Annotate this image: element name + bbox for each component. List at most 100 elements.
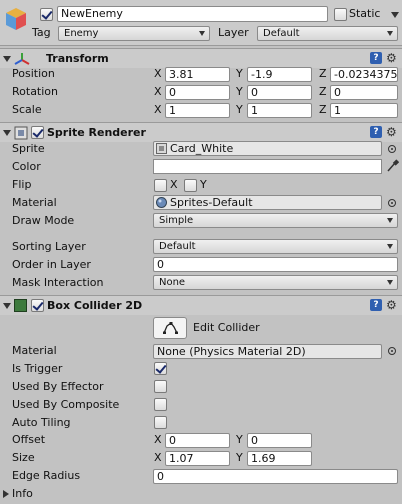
rotation-z-field[interactable]: 0 xyxy=(330,85,398,100)
sprite-renderer-header[interactable]: Sprite Renderer ? ⚙ xyxy=(0,122,402,142)
box-collider-icon xyxy=(14,299,27,312)
material-value: Sprites-Default xyxy=(170,196,253,209)
sorting-layer-label: Sorting Layer xyxy=(12,240,86,253)
layer-label: Layer xyxy=(218,26,249,39)
flip-x-checkbox[interactable] xyxy=(154,179,167,192)
edit-collider-button[interactable] xyxy=(153,317,187,339)
auto-tiling-checkbox[interactable] xyxy=(154,416,167,429)
draw-mode-label: Draw Mode xyxy=(12,214,75,227)
box-collider-title: Box Collider 2D xyxy=(47,299,143,312)
scale-z-field[interactable]: 1 xyxy=(330,103,398,118)
sprite-value: Card_White xyxy=(170,142,234,155)
static-checkbox[interactable] xyxy=(334,8,347,21)
flip-y-label: Y xyxy=(200,178,207,191)
offset-x-axis[interactable]: X xyxy=(154,432,162,448)
box-collider-header[interactable]: Box Collider 2D ? ⚙ xyxy=(0,295,402,315)
scale-x-field[interactable]: 1 xyxy=(165,103,230,118)
tag-dropdown[interactable]: Enemy xyxy=(58,26,210,41)
material-field[interactable]: Sprites-Default xyxy=(153,195,382,210)
edit-collider-label: Edit Collider xyxy=(193,321,260,334)
position-z-field[interactable]: -0.0234375 xyxy=(330,67,398,82)
box-collider-enabled-checkbox[interactable] xyxy=(31,299,44,312)
is-trigger-checkbox[interactable] xyxy=(154,362,167,375)
auto-tiling-label: Auto Tiling xyxy=(12,416,71,429)
draw-mode-dropdown[interactable]: Simple xyxy=(153,213,398,228)
gear-icon[interactable]: ⚙ xyxy=(386,126,397,138)
size-x-axis[interactable]: X xyxy=(154,450,162,466)
sprite-label: Sprite xyxy=(12,142,45,155)
position-label: Position xyxy=(12,67,55,80)
object-active-checkbox[interactable] xyxy=(40,8,53,21)
collider-material-field[interactable]: None (Physics Material 2D) xyxy=(153,344,382,359)
layer-dropdown[interactable]: Default xyxy=(257,26,398,41)
rotation-y-field[interactable]: 0 xyxy=(247,85,312,100)
order-in-layer-field[interactable]: 0 xyxy=(153,257,398,272)
rotation-z-axis[interactable]: Z xyxy=(319,84,327,100)
used-by-composite-checkbox[interactable] xyxy=(154,398,167,411)
info-foldout-arrow[interactable] xyxy=(3,490,9,498)
material-picker-target-icon[interactable] xyxy=(388,199,396,207)
sprite-asset-icon xyxy=(156,143,167,154)
help-icon[interactable]: ? xyxy=(370,52,382,64)
sprite-renderer-enabled-checkbox[interactable] xyxy=(31,126,44,139)
sprite-renderer-icon xyxy=(14,126,28,140)
position-y-field[interactable]: -1.9 xyxy=(247,67,312,82)
flip-x-label: X xyxy=(170,178,178,191)
size-label: Size xyxy=(12,451,35,464)
rotation-label: Rotation xyxy=(12,85,59,98)
gear-icon[interactable]: ⚙ xyxy=(386,52,397,64)
offset-y-axis[interactable]: Y xyxy=(236,432,243,448)
used-by-composite-label: Used By Composite xyxy=(12,398,120,411)
static-dropdown-arrow[interactable] xyxy=(391,12,399,18)
size-x-field[interactable]: 1.07 xyxy=(165,451,230,466)
material-label: Material xyxy=(12,196,57,209)
flip-label: Flip xyxy=(12,178,32,191)
mask-interaction-dropdown[interactable]: None xyxy=(153,275,398,290)
size-y-field[interactable]: 1.69 xyxy=(247,451,312,466)
rotation-x-axis[interactable]: X xyxy=(154,84,162,100)
tag-label: Tag xyxy=(32,26,51,39)
transform-axes-icon xyxy=(14,53,30,65)
scale-y-axis[interactable]: Y xyxy=(236,102,243,118)
edit-collider-icon xyxy=(163,322,178,334)
foldout-arrow[interactable] xyxy=(3,303,11,309)
info-label[interactable]: Info xyxy=(12,486,33,502)
scale-z-axis[interactable]: Z xyxy=(319,102,327,118)
help-icon[interactable]: ? xyxy=(370,299,382,311)
used-by-effector-label: Used By Effector xyxy=(12,380,104,393)
gameobject-cube-icon xyxy=(6,8,26,30)
position-x-axis[interactable]: X xyxy=(154,66,162,82)
color-swatch[interactable] xyxy=(153,159,382,174)
is-trigger-label: Is Trigger xyxy=(12,362,63,375)
sorting-layer-dropdown[interactable]: Default xyxy=(153,239,398,254)
edge-radius-field[interactable]: 0 xyxy=(153,469,398,484)
offset-y-field[interactable]: 0 xyxy=(247,433,312,448)
transform-header[interactable]: Transform ? ⚙ xyxy=(0,48,402,68)
scale-y-field[interactable]: 1 xyxy=(247,103,312,118)
material-sphere-icon xyxy=(156,197,167,208)
rotation-x-field[interactable]: 0 xyxy=(165,85,230,100)
offset-label: Offset xyxy=(12,433,46,446)
collider-material-picker-target-icon[interactable] xyxy=(388,347,396,355)
sprite-field[interactable]: Card_White xyxy=(153,141,382,156)
position-y-axis[interactable]: Y xyxy=(236,66,243,82)
position-z-axis[interactable]: Z xyxy=(319,66,327,82)
color-label: Color xyxy=(12,160,41,173)
object-header: NewEnemy Static Tag Enemy Layer Default xyxy=(0,0,402,46)
help-icon[interactable]: ? xyxy=(370,126,382,138)
sprite-picker-target-icon[interactable] xyxy=(388,145,396,153)
scale-label: Scale xyxy=(12,103,42,116)
foldout-arrow[interactable] xyxy=(3,56,11,62)
position-x-field[interactable]: 3.81 xyxy=(165,67,230,82)
foldout-arrow[interactable] xyxy=(3,130,11,136)
eyedropper-icon[interactable] xyxy=(386,159,399,173)
used-by-effector-checkbox[interactable] xyxy=(154,380,167,393)
size-y-axis[interactable]: Y xyxy=(236,450,243,466)
transform-title: Transform xyxy=(46,52,109,65)
gear-icon[interactable]: ⚙ xyxy=(386,299,397,311)
rotation-y-axis[interactable]: Y xyxy=(236,84,243,100)
offset-x-field[interactable]: 0 xyxy=(165,433,230,448)
flip-y-checkbox[interactable] xyxy=(184,179,197,192)
scale-x-axis[interactable]: X xyxy=(154,102,162,118)
object-name-field[interactable]: NewEnemy xyxy=(57,6,328,22)
